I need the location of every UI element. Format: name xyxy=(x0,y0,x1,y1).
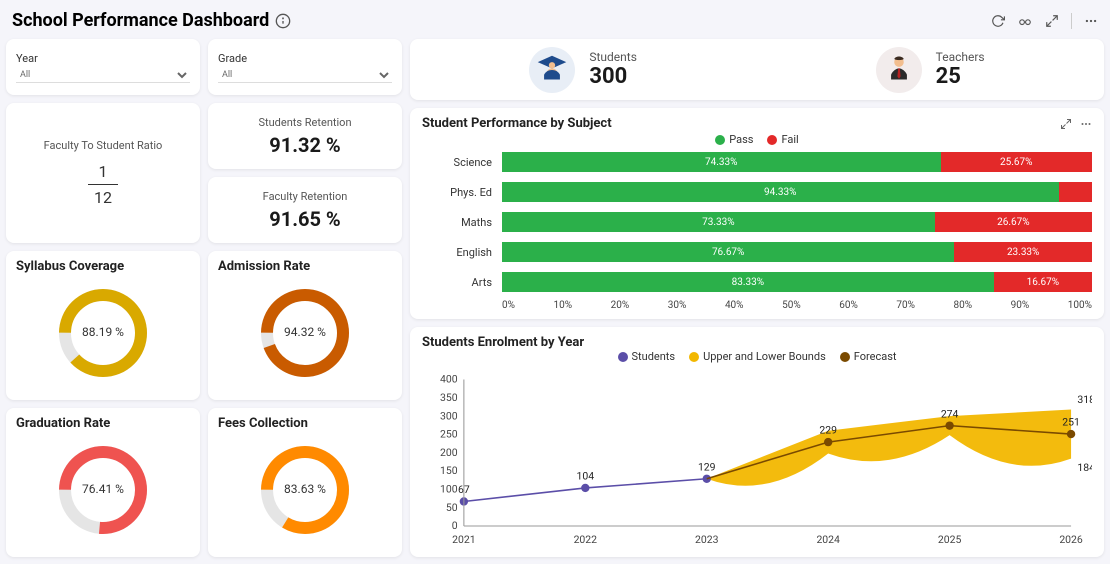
faculty-student-ratio-card: Faculty To Student Ratio 1 12 xyxy=(6,103,200,243)
expand-icon[interactable] xyxy=(1060,118,1072,130)
svg-text:100: 100 xyxy=(440,483,458,496)
more-icon[interactable] xyxy=(1080,118,1092,130)
bar-row: Science 74.33% 25.67% xyxy=(422,150,1092,174)
svg-text:2022: 2022 xyxy=(574,533,598,546)
svg-text:400: 400 xyxy=(440,373,458,386)
teachers-value: 25 xyxy=(936,64,985,89)
enrolment-panel: Students Enrolment by Year Students Upper… xyxy=(410,327,1104,557)
bar-row: Phys. Ed 94.33% xyxy=(422,180,1092,204)
filter-grade-select[interactable]: All xyxy=(218,68,392,83)
svg-text:2025: 2025 xyxy=(938,533,962,546)
info-icon[interactable] xyxy=(275,13,291,29)
svg-text:251: 251 xyxy=(1062,416,1080,429)
more-icon[interactable] xyxy=(1084,14,1098,28)
svg-text:250: 250 xyxy=(440,428,458,441)
svg-text:88.19 %: 88.19 % xyxy=(82,325,124,339)
bar-row: Arts 83.33% 16.67% xyxy=(422,270,1092,294)
ratio-value: 1 12 xyxy=(88,162,118,207)
donut-title: Graduation Rate xyxy=(16,416,190,431)
svg-text:229: 229 xyxy=(819,424,837,437)
refresh-icon[interactable] xyxy=(991,14,1005,28)
svg-text:2026: 2026 xyxy=(1059,533,1083,546)
donut-title: Admission Rate xyxy=(218,259,392,274)
performance-bars: Science 74.33% 25.67% Phys. Ed 94.33% Ma… xyxy=(422,150,1092,300)
svg-text:0: 0 xyxy=(452,519,458,532)
donut-chart-admission: 94.32 % xyxy=(218,274,392,392)
svg-text:104: 104 xyxy=(577,470,595,483)
divider xyxy=(1071,13,1072,29)
svg-text:350: 350 xyxy=(440,391,458,404)
svg-text:318: 318 xyxy=(1077,393,1092,406)
header-actions xyxy=(991,13,1098,29)
title-text: School Performance Dashboard xyxy=(12,10,269,31)
filter-grade-card: Grade All xyxy=(208,39,402,95)
svg-text:83.63 %: 83.63 % xyxy=(284,482,326,496)
donut-chart-fees: 83.63 % xyxy=(218,431,392,549)
performance-xaxis: 0%10%20%30%40%50%60%70%80%90%100% xyxy=(502,300,1092,311)
svg-text:76.41 %: 76.41 % xyxy=(82,482,124,496)
svg-text:184: 184 xyxy=(1077,461,1092,474)
svg-text:2021: 2021 xyxy=(452,533,476,546)
svg-text:94.32 %: 94.32 % xyxy=(284,325,326,339)
students-label: Students xyxy=(589,50,637,64)
faculty-retention-card: Faculty Retention 91.65 % xyxy=(208,177,402,243)
enrolment-legend: Students Upper and Lower Bounds Forecast xyxy=(422,350,1092,363)
legend-item[interactable]: Pass xyxy=(715,133,753,146)
student-avatar-icon xyxy=(529,47,575,93)
svg-text:150: 150 xyxy=(440,464,458,477)
donut-title: Fees Collection xyxy=(218,416,392,431)
faculty-retention-label: Faculty Retention xyxy=(263,190,348,203)
page-title: School Performance Dashboard xyxy=(12,10,291,31)
legend-item[interactable]: Upper and Lower Bounds xyxy=(689,350,826,363)
bar-row: Maths 73.33% 26.67% xyxy=(422,210,1092,234)
enrolment-chart: 0 50 100 150 200 250 300 350 400 2021 2022 2023 2024… xyxy=(422,367,1092,549)
performance-panel: Student Performance by Subject PassFail … xyxy=(410,108,1104,319)
filter-grade-label: Grade xyxy=(218,52,392,65)
syllabus-coverage-card: Syllabus Coverage 88.19 % xyxy=(6,251,200,400)
legend-item[interactable]: Forecast xyxy=(840,350,897,363)
expand-icon[interactable] xyxy=(1045,14,1059,28)
filter-year-label: Year xyxy=(16,52,190,65)
bar-row: English 76.67% 23.33% xyxy=(422,240,1092,264)
svg-text:200: 200 xyxy=(440,446,458,459)
graduation-rate-card: Graduation Rate 76.41 % xyxy=(6,408,200,557)
svg-text:129: 129 xyxy=(698,460,716,473)
donut-chart-syllabus: 88.19 % xyxy=(16,274,190,392)
teachers-label: Teachers xyxy=(936,50,985,64)
top-kpi-card: Students 300 Teachers 25 xyxy=(410,39,1104,100)
performance-legend: Pass Fail xyxy=(422,133,1092,146)
filter-year-select[interactable]: All xyxy=(16,68,190,83)
students-retention-value: 91.32 % xyxy=(269,133,340,157)
ratio-label: Faculty To Student Ratio xyxy=(44,139,163,152)
faculty-retention-value: 91.65 % xyxy=(269,207,340,231)
legend-item[interactable]: Fail xyxy=(767,133,798,146)
kpi-students: Students 300 xyxy=(529,47,637,93)
svg-text:300: 300 xyxy=(440,409,458,422)
enrolment-title: Students Enrolment by Year xyxy=(422,335,1092,350)
dashboard-header: School Performance Dashboard xyxy=(6,6,1104,39)
glasses-icon[interactable] xyxy=(1017,14,1033,28)
performance-title: Student Performance by Subject xyxy=(422,116,612,131)
svg-text:274: 274 xyxy=(941,407,959,420)
legend-item[interactable]: Students xyxy=(618,350,676,363)
fees-collection-card: Fees Collection 83.63 % xyxy=(208,408,402,557)
svg-text:2023: 2023 xyxy=(695,533,719,546)
svg-text:50: 50 xyxy=(446,501,458,514)
students-value: 300 xyxy=(589,64,637,89)
kpi-teachers: Teachers 25 xyxy=(876,47,985,93)
filter-year-card: Year All xyxy=(6,39,200,95)
svg-text:2024: 2024 xyxy=(816,533,840,546)
donut-chart-graduation: 76.41 % xyxy=(16,431,190,549)
admission-rate-card: Admission Rate 94.32 % xyxy=(208,251,402,400)
teacher-avatar-icon xyxy=(876,47,922,93)
donut-title: Syllabus Coverage xyxy=(16,259,190,274)
students-retention-label: Students Retention xyxy=(258,116,351,129)
students-retention-card: Students Retention 91.32 % xyxy=(208,103,402,169)
